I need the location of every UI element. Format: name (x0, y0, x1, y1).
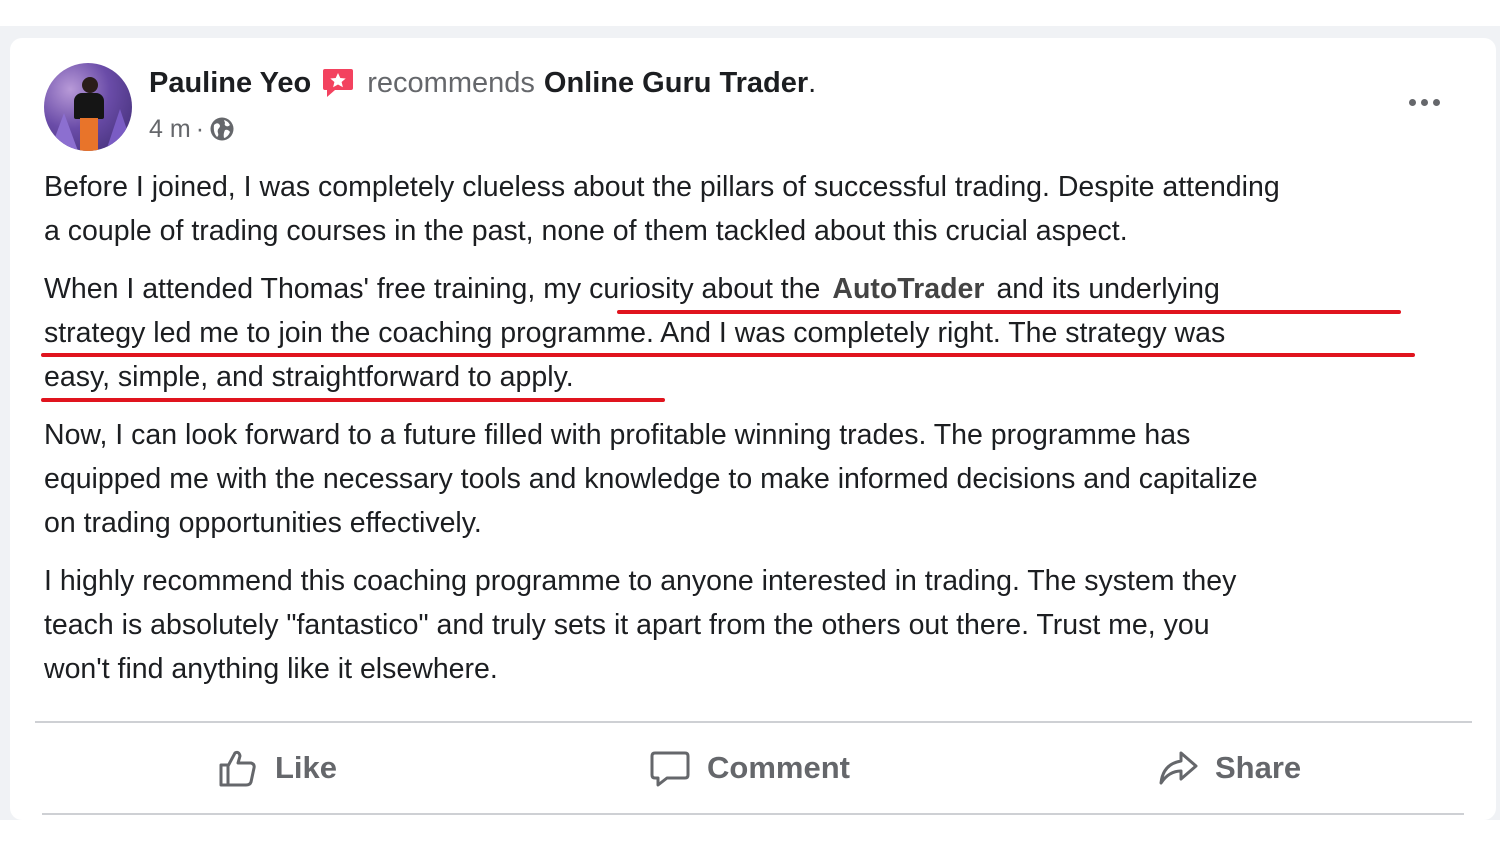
action-bar: Like Comment Share (35, 735, 1472, 801)
like-label: Like (275, 750, 338, 785)
post-meta: 4 m · (149, 112, 235, 146)
text-segment: When I attended Thomas' free training, m… (44, 273, 821, 305)
text-line: teach is absolutely "fantastico" and tru… (44, 609, 1210, 641)
text-line: a couple of trading courses in the past,… (44, 215, 1128, 247)
highlight-underline (617, 310, 1401, 314)
text-line: When I attended Thomas' free training, m… (44, 267, 1474, 311)
share-arrow-icon (1159, 751, 1198, 785)
recommend-flag-icon (321, 66, 355, 100)
paragraph-3: Now, I can look forward to a future fill… (44, 413, 1474, 545)
meta-separator: · (195, 114, 205, 143)
text-line: equipped me with the necessary tools and… (44, 463, 1258, 495)
text-segment: and its underlying (996, 273, 1220, 305)
post-header: Pauline Yeo recommends Online Guru Trade… (149, 64, 816, 102)
thumbs-up-icon (219, 750, 256, 787)
share-button[interactable]: Share (1157, 735, 1301, 801)
recommends-text: recommends (367, 66, 535, 99)
comment-button[interactable]: Comment (649, 735, 850, 801)
text-line: easy, simple, and straightforward to app… (44, 361, 574, 393)
page-name-suffix: . (808, 66, 817, 99)
text-line: I highly recommend this coaching program… (44, 565, 1237, 597)
globe-icon[interactable] (209, 116, 235, 142)
share-label: Share (1215, 750, 1302, 785)
more-dot (1420, 98, 1428, 106)
autotrader-brand: AutoTrader (832, 273, 985, 305)
author-avatar[interactable] (44, 63, 132, 151)
text-line: Before I joined, I was completely cluele… (44, 171, 1280, 203)
like-button[interactable]: Like (217, 735, 337, 801)
paragraph-4: I highly recommend this coaching program… (44, 559, 1474, 691)
comment-label: Comment (707, 750, 850, 785)
paragraph-2: When I attended Thomas' free training, m… (44, 267, 1474, 399)
author-name[interactable]: Pauline Yeo (149, 67, 311, 100)
more-options-button[interactable] (1400, 86, 1448, 118)
post-body: Before I joined, I was completely cluele… (44, 165, 1474, 705)
highlight-underline (41, 398, 665, 402)
text-line: on trading opportunities effectively. (44, 507, 482, 539)
top-margin (0, 0, 1500, 26)
highlight-underline (41, 353, 1415, 357)
text-line: Now, I can look forward to a future fill… (44, 419, 1191, 451)
comment-bubble-icon (650, 751, 690, 787)
page-name-link[interactable]: Online Guru Trader (544, 67, 808, 100)
actions-divider-top (35, 721, 1472, 723)
more-dot (1432, 98, 1440, 106)
post-timestamp[interactable]: 4 m (149, 115, 191, 144)
text-line: strategy led me to join the coaching pro… (44, 317, 1226, 349)
text-line: won't find anything like it elsewhere. (44, 653, 498, 685)
paragraph-1: Before I joined, I was completely cluele… (44, 165, 1474, 253)
bottom-margin (0, 820, 1500, 844)
actions-divider-bottom (42, 813, 1464, 815)
more-dot (1408, 98, 1416, 106)
